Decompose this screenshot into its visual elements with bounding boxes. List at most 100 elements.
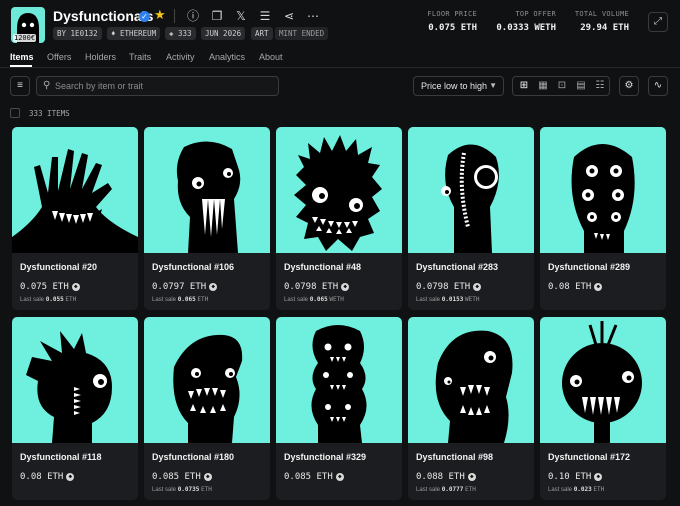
nft-card[interactable]: Dysfunctional #289 0.08 ETH ◆ <box>540 127 666 310</box>
x-icon[interactable]: 𝕏 <box>233 8 249 24</box>
nft-card[interactable]: Dysfunctional #20 0.075 ETH ◆ Last sale 0… <box>12 127 138 310</box>
more-icon[interactable]: ⋯ <box>305 8 321 24</box>
eth-icon: ◆ <box>66 472 75 481</box>
nft-name[interactable]: Dysfunctional #329 <box>284 452 366 462</box>
chart-trend-icon[interactable]: ∿ <box>648 76 668 96</box>
nft-image[interactable] <box>276 317 402 443</box>
expand-icon[interactable]: ⤢ <box>648 12 668 32</box>
nft-image[interactable] <box>144 127 270 253</box>
info-icon[interactable]: ⓘ <box>185 8 201 24</box>
copy-icon[interactable]: ❐ <box>209 8 225 24</box>
tab-traits[interactable]: Traits <box>129 52 151 62</box>
search-box: ⚲ <box>36 76 279 96</box>
nft-name[interactable]: Dysfunctional #48 <box>284 262 361 272</box>
nft-card[interactable]: Dysfunctional #172 0.10 ETH ◆ Last sale 0… <box>540 317 666 500</box>
tab-analytics[interactable]: Analytics <box>209 52 245 62</box>
collection-header: 1200€ Dysfunctionals ✓ ★ ⓘ ❐ 𝕏 ☰ ⋖ ⋯ BY … <box>0 0 680 46</box>
nft-image[interactable] <box>540 127 666 253</box>
nft-image[interactable] <box>12 317 138 443</box>
filter-icon[interactable]: ≡ <box>10 76 30 96</box>
tab-activity[interactable]: Activity <box>166 52 195 62</box>
nft-card[interactable]: Dysfunctional #329 0.085 ETH ◆ <box>276 317 402 500</box>
nft-image[interactable] <box>408 317 534 443</box>
chip-chain: ♦ ETHEREUM <box>107 27 161 40</box>
last-sale: Last sale 0.0777 ETH <box>416 486 476 493</box>
search-input[interactable] <box>55 77 275 95</box>
last-sale-unit: WETH <box>329 296 344 303</box>
stat-label: TOP OFFER <box>515 10 556 18</box>
list-rows-icon[interactable]: ▤ <box>572 78 590 94</box>
nft-image[interactable] <box>540 317 666 443</box>
last-sale-label: Last sale <box>284 297 309 303</box>
grid-medium-icon[interactable]: ▦ <box>534 78 552 94</box>
favorite-star-icon[interactable]: ★ <box>154 7 166 23</box>
last-sale-label: Last sale <box>416 487 441 493</box>
tabs-divider <box>0 67 680 68</box>
chip-category[interactable]: ART <box>251 27 273 40</box>
grid-small-icon[interactable]: ⊡ <box>553 78 571 94</box>
tab-items[interactable]: Items <box>10 52 34 62</box>
nft-image[interactable] <box>12 127 138 253</box>
eth-icon: ◆ <box>335 472 344 481</box>
nft-price: 0.075 ETH ◆ <box>20 282 80 292</box>
sort-dropdown[interactable]: Price low to high ▼ <box>413 76 504 96</box>
last-sale-label: Last sale <box>416 297 441 303</box>
last-sale-value: 0.023 <box>573 486 592 493</box>
search-icon: ⚲ <box>43 80 51 91</box>
tab-holders[interactable]: Holders <box>85 52 116 62</box>
eth-icon: ◆ <box>209 282 218 291</box>
eth-icon: ◆ <box>341 282 350 291</box>
nft-price-value: 0.10 ETH <box>548 472 592 482</box>
table-view-icon[interactable]: ☷ <box>591 78 609 94</box>
last-sale: Last sale 0.0735 ETH <box>152 486 212 493</box>
share-icon[interactable]: ⋖ <box>281 8 297 24</box>
nft-price: 0.0798 ETH ◆ <box>416 282 482 292</box>
settings-gear-icon[interactable]: ⚙ <box>619 76 639 96</box>
chip-creator[interactable]: BY 1E0132 <box>53 27 102 40</box>
nft-name[interactable]: Dysfunctional #283 <box>416 262 498 272</box>
nft-name[interactable]: Dysfunctional #118 <box>20 452 102 462</box>
last-sale: Last sale 0.065 ETH <box>152 296 208 303</box>
select-all-checkbox[interactable] <box>10 108 20 118</box>
tab-offers[interactable]: Offers <box>47 52 71 62</box>
chip-mint-status: MINT ENDED <box>275 27 329 40</box>
view-mode-group: ⊞ ▦ ⊡ ▤ ☷ <box>512 76 610 96</box>
nft-card[interactable]: Dysfunctional #98 0.088 ETH ◆ Last sale 0… <box>408 317 534 500</box>
eth-icon: ◆ <box>203 472 212 481</box>
menu-icon[interactable]: ☰ <box>257 8 273 24</box>
nft-image[interactable] <box>144 317 270 443</box>
stat-label: FLOOR PRICE <box>427 10 477 18</box>
nft-card[interactable]: Dysfunctional #106 0.0797 ETH ◆ Last sale… <box>144 127 270 310</box>
nft-image[interactable] <box>276 127 402 253</box>
eth-icon: ◆ <box>467 472 476 481</box>
stat-label: TOTAL VOLUME <box>574 10 629 18</box>
nft-price: 0.08 ETH ◆ <box>548 282 603 292</box>
nft-card[interactable]: Dysfunctional #48 0.0798 ETH ◆ Last sale … <box>276 127 402 310</box>
nft-name[interactable]: Dysfunctional #172 <box>548 452 630 462</box>
grid-large-icon[interactable]: ⊞ <box>515 78 533 94</box>
collection-logo[interactable]: 1200€ <box>11 7 45 43</box>
nft-price-value: 0.0798 ETH <box>284 282 339 292</box>
last-sale-label: Last sale <box>548 487 573 493</box>
nft-price-value: 0.085 ETH <box>152 472 201 482</box>
nft-card[interactable]: Dysfunctional #118 0.08 ETH ◆ <box>12 317 138 500</box>
nft-name[interactable]: Dysfunctional #106 <box>152 262 234 272</box>
last-sale-unit: WETH <box>465 296 480 303</box>
tab-about[interactable]: About <box>259 52 283 62</box>
nft-card[interactable]: Dysfunctional #283 0.0798 ETH ◆ Last sale… <box>408 127 534 310</box>
last-sale: Last sale 0.0153 WETH <box>416 296 480 303</box>
stat-value: 0.0333 WETH <box>496 23 556 33</box>
nft-image[interactable] <box>408 127 534 253</box>
last-sale: Last sale 0.065 WETH <box>284 296 344 303</box>
nft-name[interactable]: Dysfunctional #180 <box>152 452 234 462</box>
stat-top-offer: TOP OFFER 0.0333 WETH <box>496 10 556 33</box>
nft-name[interactable]: Dysfunctional #289 <box>548 262 630 272</box>
nft-name[interactable]: Dysfunctional #98 <box>416 452 493 462</box>
nft-price-value: 0.0798 ETH <box>416 282 471 292</box>
last-sale-unit: ETH <box>197 296 209 303</box>
nft-price-value: 0.075 ETH <box>20 282 69 292</box>
nft-name[interactable]: Dysfunctional #20 <box>20 262 97 272</box>
nft-card[interactable]: Dysfunctional #180 0.085 ETH ◆ Last sale … <box>144 317 270 500</box>
nft-price: 0.08 ETH ◆ <box>20 472 75 482</box>
nft-price-value: 0.085 ETH <box>284 472 333 482</box>
